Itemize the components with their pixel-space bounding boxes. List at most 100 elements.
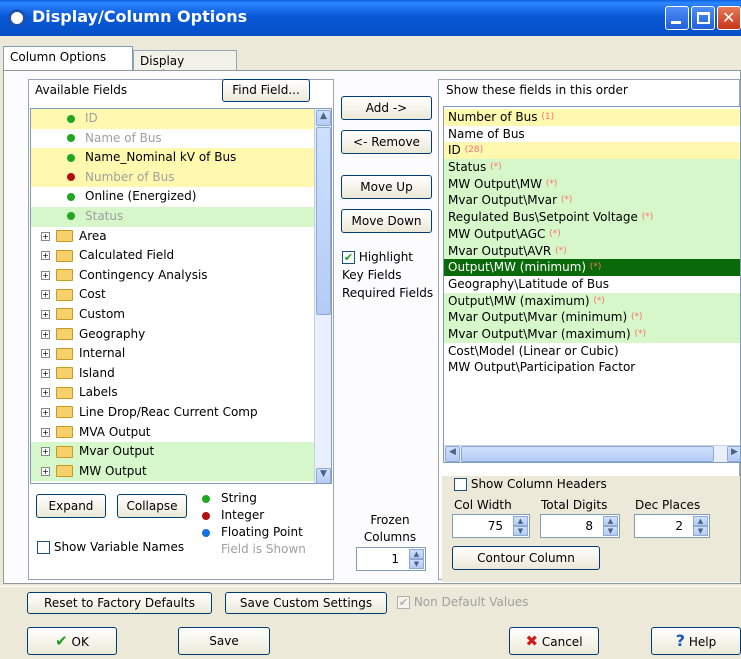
ok-button[interactable]: ✔ OK [27,627,117,655]
save-button[interactable]: Save [178,627,270,655]
shown-field-row[interactable]: Cost\Model (Linear or Cubic) [444,343,740,360]
expand-plus-icon[interactable]: + [41,427,50,437]
available-field-row[interactable]: ID [31,109,331,129]
shown-field-row[interactable]: Status (*) [444,159,740,176]
stepper-down-icon[interactable]: ▼ [603,526,618,536]
available-folder-row[interactable]: + Cost [31,285,331,305]
shown-field-row[interactable]: ID (28) [444,142,740,160]
available-folder-row[interactable]: + Area [31,227,331,247]
stepper-down-icon[interactable]: ▼ [693,526,708,536]
expand-plus-icon[interactable]: + [41,329,50,339]
scroll-right-arrow[interactable]: ▶ [727,446,740,462]
move-down-button[interactable]: Move Down [341,209,432,233]
highlight-checkbox-box[interactable]: ✔ [342,251,355,264]
collapse-button[interactable]: Collapse [117,494,187,518]
available-field-label: Status [85,208,124,223]
shown-fields-label: Show these fields in this order [446,83,628,97]
stepper-down-icon[interactable]: ▼ [513,526,528,536]
expand-plus-icon[interactable]: + [41,388,50,398]
scroll-thumb[interactable] [316,127,331,315]
shown-field-row[interactable]: Name of Bus [444,126,740,143]
available-field-row[interactable]: Online (Energized) [31,187,331,207]
expand-button[interactable]: Expand [36,494,106,518]
expand-plus-icon[interactable]: + [41,466,50,476]
available-folder-row[interactable]: + Labels [31,383,331,403]
available-folder-row[interactable]: + Geography [31,325,331,345]
stepper-up-icon[interactable]: ▲ [693,516,708,526]
maximize-button[interactable] [691,6,715,30]
available-field-row[interactable]: Status [31,206,331,227]
available-field-row[interactable]: Number of Bus [31,167,331,188]
key-field-marker: (*) [490,162,502,173]
add-button[interactable]: Add -> [341,96,432,120]
available-folder-row[interactable]: + MVA Output [31,423,331,443]
scroll-up-arrow[interactable]: ▲ [316,110,331,126]
horizontal-scroll-thumb[interactable] [461,446,714,462]
expand-plus-icon[interactable]: + [41,368,50,378]
minimize-button[interactable] [665,6,689,30]
stepper-down-icon[interactable]: ▼ [409,559,424,569]
shown-field-row[interactable]: Mvar Output\Mvar (*) [444,192,740,210]
frozen-columns-stepper[interactable]: 1 ▲ ▼ [356,547,426,571]
shown-field-row[interactable]: MW Output\Participation Factor [444,359,740,376]
available-folder-row[interactable]: + MW Output [31,461,331,482]
available-folder-row[interactable]: + Custom [31,305,331,325]
expand-plus-icon[interactable]: + [41,447,50,457]
contour-column-button[interactable]: Contour Column [452,546,600,570]
available-folder-row[interactable]: + Contingency Analysis [31,266,331,286]
expand-plus-icon[interactable]: + [41,270,50,280]
shown-field-row[interactable]: Mvar Output\Mvar (maximum) (*) [444,325,740,343]
checkbox-box[interactable] [37,541,50,554]
available-field-row[interactable]: Name of Bus [31,129,331,149]
available-folder-row[interactable]: + Internal [31,344,331,364]
shown-field-row[interactable]: Mvar Output\AVR (*) [444,242,740,260]
tab-column-options[interactable]: Column Options [3,46,133,71]
shown-field-row[interactable]: Number of Bus (1) [444,109,740,126]
stepper-up-icon[interactable]: ▲ [409,549,424,559]
shown-field-row[interactable]: Output\MW (maximum) (*) [444,292,740,310]
available-folder-row[interactable]: + Mvar Output [31,442,331,462]
save-custom-settings-button[interactable]: Save Custom Settings [225,592,387,614]
shown-field-row[interactable]: Geography\Latitude of Bus [444,276,740,293]
show-variable-names-checkbox[interactable]: Show Variable Names [37,540,184,554]
expand-plus-icon[interactable]: + [41,309,50,319]
available-fields-list[interactable]: ID Name of Bus Name_Nominal kV of Bus Numbe… [30,108,332,484]
move-up-button[interactable]: Move Up [341,175,432,199]
find-field-button[interactable]: Find Field... [222,79,310,102]
highlight-key-fields-checkbox[interactable]: ✔ Highlight Key Fields Required Fields [342,248,437,302]
total-digits-stepper[interactable]: 8 ▲ ▼ [540,514,620,538]
scroll-down-arrow[interactable]: ▼ [316,468,331,483]
available-field-row[interactable]: Name_Nominal kV of Bus [31,148,331,168]
help-button[interactable]: ? Help [651,627,741,655]
expand-plus-icon[interactable]: + [41,251,50,261]
shown-field-row[interactable]: MW Output\AGC (*) [444,225,740,243]
expand-plus-icon[interactable]: + [41,407,50,417]
available-folder-row[interactable]: + Island [31,364,331,384]
cancel-button[interactable]: ✖ Cancel [509,627,599,655]
scroll-left-arrow[interactable]: ◀ [445,446,460,462]
available-folder-row[interactable]: + Calculated Field [31,246,331,266]
key-field-marker: (*) [560,195,573,206]
reset-defaults-button[interactable]: Reset to Factory Defaults [27,592,212,614]
show-column-headers-checkbox[interactable]: Show Column Headers [454,477,607,491]
remove-button[interactable]: <- Remove [341,130,432,154]
column-headers-checkbox-box[interactable] [454,478,467,491]
horizontal-scrollbar[interactable]: ◀ ▶ [444,445,740,462]
stepper-up-icon[interactable]: ▲ [603,516,618,526]
shown-field-row[interactable]: Output\MW (minimum) (*) [444,259,740,276]
expand-plus-icon[interactable]: + [41,290,50,300]
expand-plus-icon[interactable]: + [41,231,50,241]
tab-display-options[interactable]: Display Options [133,50,237,82]
close-button[interactable]: ✕ [717,6,741,30]
expand-plus-icon[interactable]: + [41,349,50,359]
shown-field-row[interactable]: Mvar Output\Mvar (minimum) (*) [444,309,740,326]
shown-field-row[interactable]: MW Output\MW (*) [444,175,740,193]
folder-label: Internal [79,346,126,361]
shown-fields-list[interactable]: Number of Bus (1) Name of Bus ID (28) Statu… [443,106,741,463]
available-fields-scrollbar[interactable]: ▲ ▼ [314,109,331,483]
col-width-stepper[interactable]: 75 ▲ ▼ [452,514,530,538]
available-folder-row[interactable]: + Line Drop/Reac Current Comp [31,403,331,423]
dec-places-stepper[interactable]: 2 ▲ ▼ [634,514,710,538]
shown-field-row[interactable]: Regulated Bus\Setpoint Voltage (*) [444,209,740,226]
stepper-up-icon[interactable]: ▲ [513,516,528,526]
